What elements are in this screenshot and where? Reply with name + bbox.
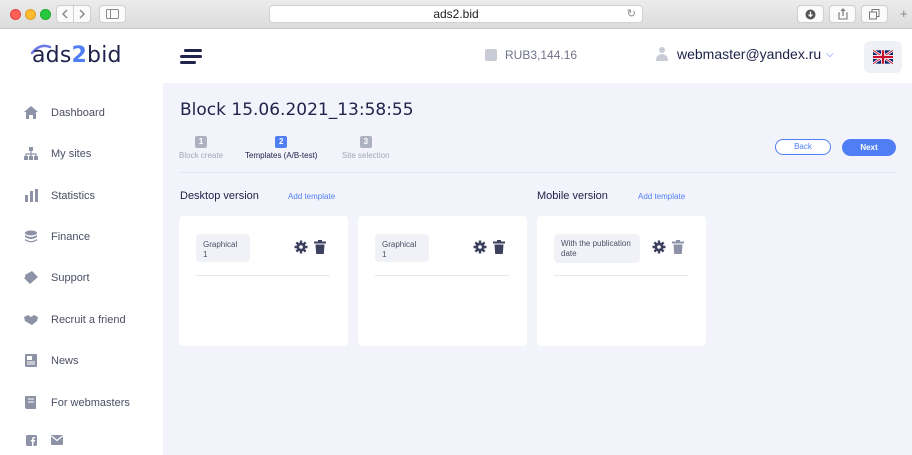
card-divider [196, 275, 330, 276]
social-links [26, 435, 63, 446]
sidebar-icon [106, 9, 119, 19]
sidebar-item-finance[interactable]: Finance [24, 230, 90, 243]
ticket-icon [24, 271, 38, 284]
sidebar-item-news[interactable]: News [24, 354, 79, 367]
close-window-button[interactable] [10, 9, 21, 20]
download-button[interactable] [797, 5, 824, 23]
step-block-create[interactable]: 1 Block create [179, 136, 223, 160]
mobile-add-template-link[interactable]: Add template [638, 192, 685, 201]
page-title: Block 15.06.2021_13:58:55 [180, 100, 414, 120]
browser-toolbar: ads2.bid ↻ + [0, 0, 912, 29]
back-button[interactable] [56, 5, 74, 23]
trash-icon[interactable] [672, 240, 684, 254]
logo-text-suffix: bid [87, 43, 122, 68]
next-button[interactable]: Next [842, 139, 896, 156]
template-card: Graphical 1 [358, 216, 527, 346]
sidebar-item-for-webmasters[interactable]: For webmasters [24, 396, 130, 409]
logo-text-prefix: ads [32, 43, 72, 68]
sidebar-item-label: Recruit a friend [51, 313, 126, 326]
sitemap-icon [24, 147, 38, 160]
handshake-icon [24, 315, 38, 325]
user-menu[interactable]: webmaster@yandex.ru ⌵ [655, 46, 834, 62]
sidebar-item-label: Support [51, 271, 90, 284]
sidebar-item-label: Dashboard [51, 106, 105, 119]
newspaper-icon [25, 354, 37, 367]
app-header: ads2bid RUB3,144.16 webmaster@yandex.ru … [0, 29, 912, 83]
step-label: Block create [179, 151, 224, 160]
card-divider [375, 275, 509, 276]
share-icon [837, 8, 848, 20]
home-icon [24, 106, 38, 119]
forward-button[interactable] [73, 5, 91, 23]
step-templates[interactable]: 2 Templates (A/B-test) [245, 136, 317, 160]
step-label: Templates (A/B-test) [245, 151, 318, 160]
back-button[interactable]: Back [775, 139, 831, 155]
sidebar: Dashboard My sites Statistics Finance Su… [0, 83, 163, 455]
book-icon [25, 396, 36, 409]
tabs-icon [869, 8, 880, 19]
mobile-version-title: Mobile version [537, 190, 608, 202]
address-bar[interactable]: ads2.bid ↻ [269, 5, 643, 23]
template-name[interactable]: Graphical 1 [375, 234, 429, 262]
step-number: 2 [275, 136, 288, 148]
balance-display: RUB3,144.16 [485, 48, 577, 62]
trash-icon[interactable] [314, 240, 326, 254]
bar-chart-icon [25, 189, 38, 202]
step-site-selection[interactable]: 3 Site selection [342, 136, 390, 160]
divider [180, 172, 895, 173]
template-name[interactable]: Graphical 1 [196, 234, 250, 262]
share-button[interactable] [829, 5, 856, 23]
sidebar-item-statistics[interactable]: Statistics [24, 189, 95, 202]
user-icon [655, 47, 669, 61]
desktop-version-title: Desktop version [180, 190, 259, 202]
facebook-icon[interactable] [26, 435, 37, 446]
sidebar-item-label: News [51, 354, 79, 367]
step-label: Site selection [342, 151, 390, 160]
minimize-window-button[interactable] [25, 9, 36, 20]
template-card: With the publication date [537, 216, 706, 346]
back-icon [61, 9, 68, 19]
download-icon [805, 9, 816, 19]
sidebar-item-label: Statistics [51, 189, 96, 202]
gear-icon[interactable] [652, 240, 666, 254]
sidebar-toggle-button[interactable] [99, 5, 126, 23]
balance-amount: RUB3,144.16 [505, 48, 578, 62]
forward-icon [79, 9, 86, 19]
trash-icon[interactable] [493, 240, 505, 254]
uk-flag-icon [873, 50, 893, 64]
sidebar-item-label: Finance [51, 230, 91, 243]
mail-icon[interactable] [51, 435, 63, 445]
user-email: webmaster@yandex.ru [677, 46, 822, 62]
sidebar-item-support[interactable]: Support [24, 271, 90, 284]
menu-toggle-icon[interactable] [180, 49, 202, 65]
tabs-button[interactable] [861, 5, 888, 23]
gear-icon[interactable] [294, 240, 308, 254]
coins-icon [25, 230, 37, 243]
logo[interactable]: ads2bid [32, 43, 122, 68]
zoom-window-button[interactable] [40, 9, 51, 20]
sidebar-item-dashboard[interactable]: Dashboard [24, 106, 105, 119]
reload-icon[interactable]: ↻ [627, 6, 636, 23]
sidebar-item-label: My sites [51, 147, 92, 160]
chevron-down-icon: ⌵ [826, 48, 834, 60]
gear-icon[interactable] [473, 240, 487, 254]
main-content: Block 15.06.2021_13:58:55 1 Block create… [163, 83, 912, 455]
sidebar-item-my-sites[interactable]: My sites [24, 147, 91, 160]
card-divider [554, 275, 688, 276]
language-selector[interactable] [864, 41, 902, 73]
sidebar-item-recruit[interactable]: Recruit a friend [24, 313, 126, 326]
step-number: 1 [195, 136, 208, 148]
template-card: Graphical 1 [179, 216, 348, 346]
logo-text-two: 2 [71, 43, 88, 68]
sidebar-item-label: For webmasters [51, 396, 130, 409]
desktop-add-template-link[interactable]: Add template [288, 192, 335, 201]
wallet-icon [485, 49, 497, 61]
template-name[interactable]: With the publication date [554, 234, 640, 263]
new-tab-icon[interactable]: + [900, 6, 908, 21]
url-text: ads2.bid [433, 7, 479, 21]
step-number: 3 [359, 136, 372, 148]
